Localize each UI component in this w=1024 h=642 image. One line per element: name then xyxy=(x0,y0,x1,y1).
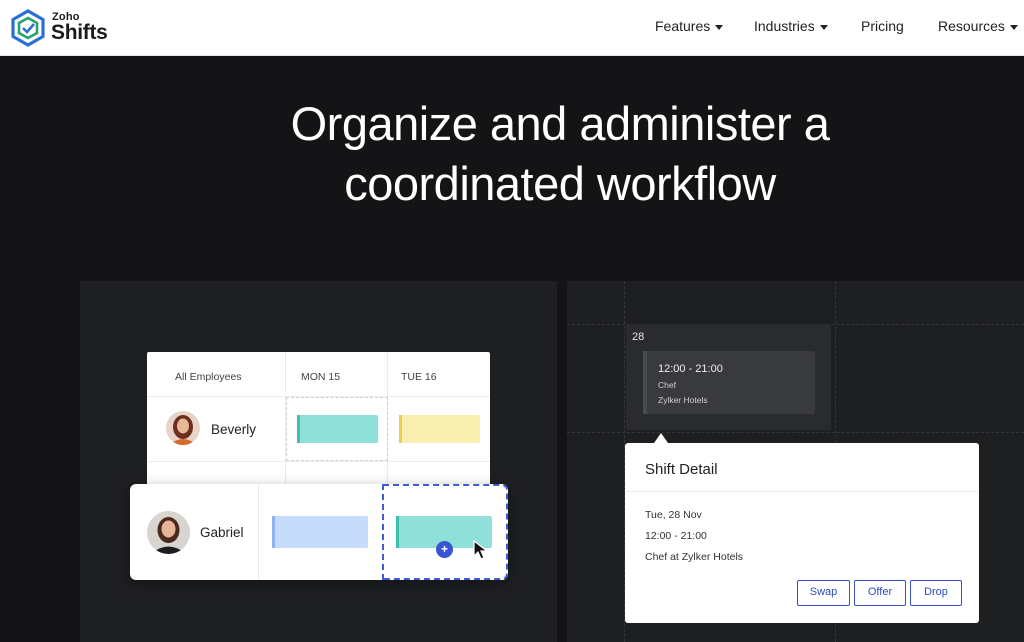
zoho-shifts-logo-icon xyxy=(11,9,45,47)
nav-resources-label: Resources xyxy=(938,18,1005,34)
employee-name-gabriel: Gabriel xyxy=(200,525,244,540)
popover-arrow xyxy=(654,433,668,443)
chevron-down-icon xyxy=(819,24,828,30)
nav-pricing[interactable]: Pricing xyxy=(861,18,904,34)
chevron-down-icon xyxy=(1009,24,1018,30)
nav-resources[interactable]: Resources xyxy=(938,18,1018,34)
zoho-shifts-logo[interactable]: Zoho Shifts xyxy=(10,8,120,48)
shift-bar-accent xyxy=(399,415,402,443)
swap-button[interactable]: Swap xyxy=(797,580,850,606)
calendar-shift-role: Chef xyxy=(658,380,676,390)
person-avatar-icon xyxy=(151,517,186,554)
drop-button[interactable]: Drop xyxy=(910,580,962,606)
shift-bar-beverly-tue[interactable] xyxy=(399,415,480,443)
logo-shifts-text: Shifts xyxy=(51,21,108,44)
hero-heading-line-2: coordinated workflow xyxy=(344,157,776,210)
nav-pricing-label: Pricing xyxy=(861,18,904,34)
shift-bar-accent xyxy=(297,415,300,443)
shift-card-accent xyxy=(643,351,647,414)
nav-features[interactable]: Features xyxy=(655,18,724,34)
divider xyxy=(625,491,979,492)
shift-bar-accent xyxy=(272,516,275,548)
nav-industries-label: Industries xyxy=(754,18,815,34)
calendar-shift-location: Zylker Hotels xyxy=(658,395,708,405)
chevron-down-icon xyxy=(715,24,724,30)
nav-industries[interactable]: Industries xyxy=(754,18,828,34)
shift-detail-popover: Shift Detail Tue, 28 Nov 12:00 - 21:00 C… xyxy=(625,443,979,623)
row-divider xyxy=(147,461,490,462)
calendar-day-number: 28 xyxy=(632,331,645,343)
nav-features-label: Features xyxy=(655,18,711,34)
hero-heading: Organize and administer a coordinated wo… xyxy=(150,94,970,214)
column-header-mon: MON 15 xyxy=(301,371,341,383)
calendar-shift-time: 12:00 - 21:00 xyxy=(658,363,723,375)
column-header-all-employees: All Employees xyxy=(175,371,242,383)
avatar-beverly xyxy=(166,411,200,445)
shift-detail-role: Chef at Zylker Hotels xyxy=(645,551,744,563)
person-avatar-icon xyxy=(169,415,197,445)
offer-button[interactable]: Offer xyxy=(854,580,906,606)
shift-bar-beverly-mon[interactable] xyxy=(297,415,378,443)
shift-detail-time: 12:00 - 21:00 xyxy=(645,530,707,542)
employee-name-beverly: Beverly xyxy=(211,422,257,437)
add-shift-icon[interactable]: + xyxy=(436,541,453,558)
top-nav-bar: Zoho Shifts Features Industries Pricing … xyxy=(0,0,1024,56)
shift-bar-gabriel-mon[interactable] xyxy=(272,516,368,548)
column-divider xyxy=(258,484,259,580)
drop-target-slot[interactable] xyxy=(382,484,508,580)
hero-heading-line-1: Organize and administer a xyxy=(290,97,830,150)
shift-detail-title: Shift Detail xyxy=(645,461,718,478)
grid-line xyxy=(567,432,1024,433)
column-header-tue: TUE 16 xyxy=(401,371,437,383)
mouse-pointer-icon xyxy=(473,540,489,560)
shift-detail-date: Tue, 28 Nov xyxy=(645,509,702,521)
avatar-gabriel xyxy=(147,511,190,554)
